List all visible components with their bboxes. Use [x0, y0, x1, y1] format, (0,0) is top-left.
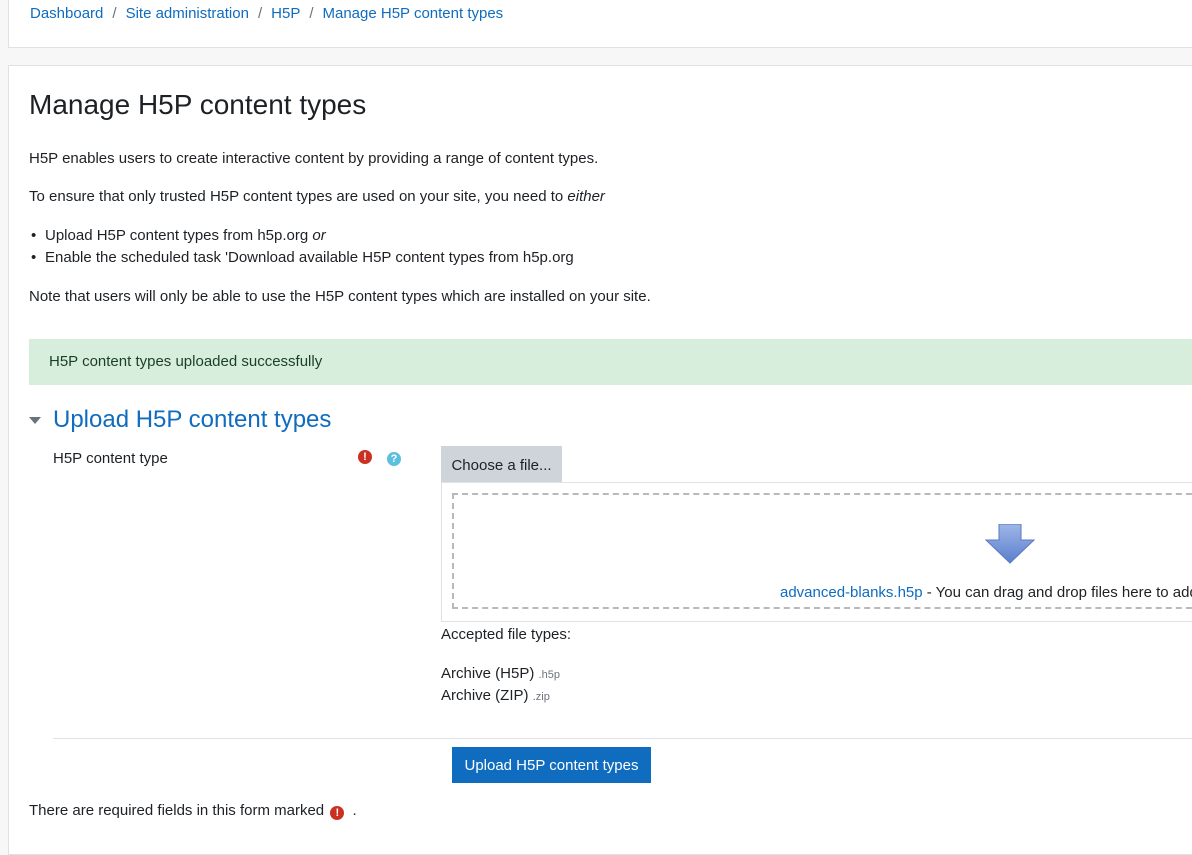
form-divider	[53, 738, 1192, 739]
required-note-text: There are required fields in this form m…	[29, 802, 325, 819]
breadcrumb-h5p[interactable]: H5P	[271, 5, 300, 22]
list-item-text: Upload H5P content types from h5p.org	[45, 227, 313, 244]
breadcrumb-dashboard[interactable]: Dashboard	[30, 5, 103, 22]
file-manager: advanced-blanks.h5p - You can drag and d…	[441, 482, 1192, 622]
file-dropzone[interactable]: advanced-blanks.h5p - You can drag and d…	[452, 493, 1192, 609]
file-type-name: Archive (ZIP)	[441, 687, 529, 704]
success-alert: H5P content types uploaded successfully	[29, 339, 1192, 385]
upload-submit-button[interactable]: Upload H5P content types	[452, 747, 651, 783]
file-type-ext: .h5p	[538, 669, 560, 681]
uploaded-file-link[interactable]: advanced-blanks.h5p	[780, 584, 923, 601]
field-label-h5p-content-type: H5P content type	[53, 450, 168, 467]
options-list: Upload H5P content types from h5p.org or…	[29, 226, 574, 270]
breadcrumb-separator: /	[257, 5, 263, 22]
upload-section-title: Upload H5P content types	[53, 406, 332, 433]
file-type-item: Archive (ZIP) .zip	[441, 687, 550, 704]
caret-down-icon	[29, 416, 41, 424]
ensure-text-emphasis: either	[567, 188, 605, 205]
ensure-text-main: To ensure that only trusted H5P content …	[29, 188, 568, 205]
list-item: Enable the scheduled task 'Download avai…	[29, 248, 574, 270]
down-arrow-icon	[985, 524, 1035, 564]
list-item-text: Enable the scheduled task 'Download avai…	[45, 249, 574, 266]
intro-text: H5P enables users to create interactive …	[29, 150, 599, 167]
drop-hint-text: - You can drag and drop files here to ad…	[922, 584, 1192, 601]
breadcrumb-site-administration[interactable]: Site administration	[126, 5, 249, 22]
accepted-file-types-label: Accepted file types:	[441, 626, 572, 643]
choose-file-button[interactable]: Choose a file...	[441, 446, 562, 483]
upload-section-toggle[interactable]: Upload H5P content types	[29, 406, 331, 434]
file-type-ext: .zip	[532, 691, 550, 703]
note-text: Note that users will only be able to use…	[29, 288, 651, 305]
drop-hint: advanced-blanks.h5p - You can drag and d…	[780, 584, 1192, 601]
required-note-suffix: .	[352, 802, 357, 819]
breadcrumb-manage-h5p-content-types[interactable]: Manage H5P content types	[323, 5, 504, 22]
breadcrumb: Dashboard / Site administration / H5P / Manage…	[30, 5, 503, 22]
breadcrumb-separator: /	[309, 5, 314, 22]
list-item-emphasis: or	[312, 227, 326, 244]
breadcrumb-separator: /	[112, 5, 117, 22]
page-title: Manage H5P content types	[29, 89, 367, 120]
main-content-card	[8, 65, 1192, 855]
help-icon[interactable]: ?	[387, 452, 401, 466]
file-type-name: Archive (H5P)	[441, 665, 535, 682]
required-icon: !	[330, 806, 345, 820]
file-type-item: Archive (H5P) .h5p	[441, 665, 560, 682]
required-fields-note: There are required fields in this form m…	[29, 802, 357, 820]
list-item: Upload H5P content types from h5p.org or	[29, 226, 574, 248]
required-icon: !	[358, 450, 372, 464]
ensure-text: To ensure that only trusted H5P content …	[29, 188, 605, 205]
breadcrumb-bar: Dashboard / Site administration / H5P / Manage…	[8, 0, 1192, 48]
